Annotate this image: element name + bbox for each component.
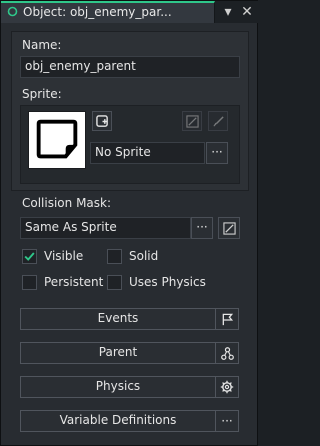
divider [215, 411, 216, 431]
new-sprite-button[interactable] [92, 111, 112, 131]
physics-label: Physics [95, 379, 141, 393]
edit-mask-icon [222, 221, 236, 235]
more-options-icon[interactable]: ··· [217, 412, 237, 430]
variable-definitions-button[interactable]: Variable Definitions ··· [20, 410, 239, 432]
edit-sprite-button[interactable] [182, 111, 202, 131]
sprite-preview[interactable] [28, 111, 86, 169]
solid-label: Solid [129, 249, 159, 263]
solid-checkbox[interactable] [107, 249, 122, 264]
sprite-label: Sprite: [22, 87, 62, 101]
brush-icon [212, 115, 224, 126]
paint-sprite-button[interactable] [208, 111, 228, 131]
new-sprite-icon [95, 114, 108, 127]
window-title: Object: obj_enemy_par... [23, 5, 172, 19]
collision-mask-label: Collision Mask: [22, 196, 112, 210]
collision-mask-browse-button[interactable]: ··· [191, 217, 213, 239]
flag-icon [217, 310, 237, 328]
parent-button[interactable]: Parent [20, 342, 239, 364]
uses-physics-checkbox[interactable] [107, 275, 122, 290]
parent-label: Parent [98, 345, 138, 359]
persistent-checkbox[interactable] [22, 275, 37, 290]
dropdown-icon[interactable]: ▾ [219, 3, 237, 21]
events-button[interactable]: Events [20, 308, 239, 330]
sprite-browse-button[interactable]: ··· [206, 142, 228, 164]
no-sprite-icon [29, 112, 85, 168]
visible-checkbox[interactable] [22, 249, 37, 264]
persistent-label: Persistent [44, 275, 104, 289]
hierarchy-icon [217, 344, 237, 362]
object-window: Object: obj_enemy_par... ▾ ✕ Name: obj_e… [0, 0, 259, 446]
name-label: Name: [22, 38, 62, 52]
name-field[interactable]: obj_enemy_parent [20, 56, 240, 78]
uses-physics-label: Uses Physics [129, 275, 206, 289]
events-label: Events [97, 311, 139, 325]
close-icon[interactable]: ✕ [238, 3, 256, 21]
sprite-field[interactable]: No Sprite [90, 142, 205, 164]
physics-button[interactable]: Physics [20, 376, 239, 398]
collision-mask-field[interactable]: Same As Sprite [20, 217, 191, 239]
divider [215, 377, 216, 397]
titlebar: Object: obj_enemy_par... ▾ ✕ [1, 1, 259, 23]
divider [215, 309, 216, 329]
gear-icon [217, 378, 237, 396]
variable-definitions-label: Variable Definitions [59, 413, 177, 427]
title-tab[interactable]: Object: obj_enemy_par... [1, 1, 215, 23]
collision-mask-edit-button[interactable] [218, 217, 240, 239]
divider [215, 343, 216, 363]
edit-image-icon [185, 114, 199, 128]
object-icon [7, 6, 18, 17]
checkmark-icon [24, 252, 35, 261]
visible-label: Visible [44, 249, 84, 263]
